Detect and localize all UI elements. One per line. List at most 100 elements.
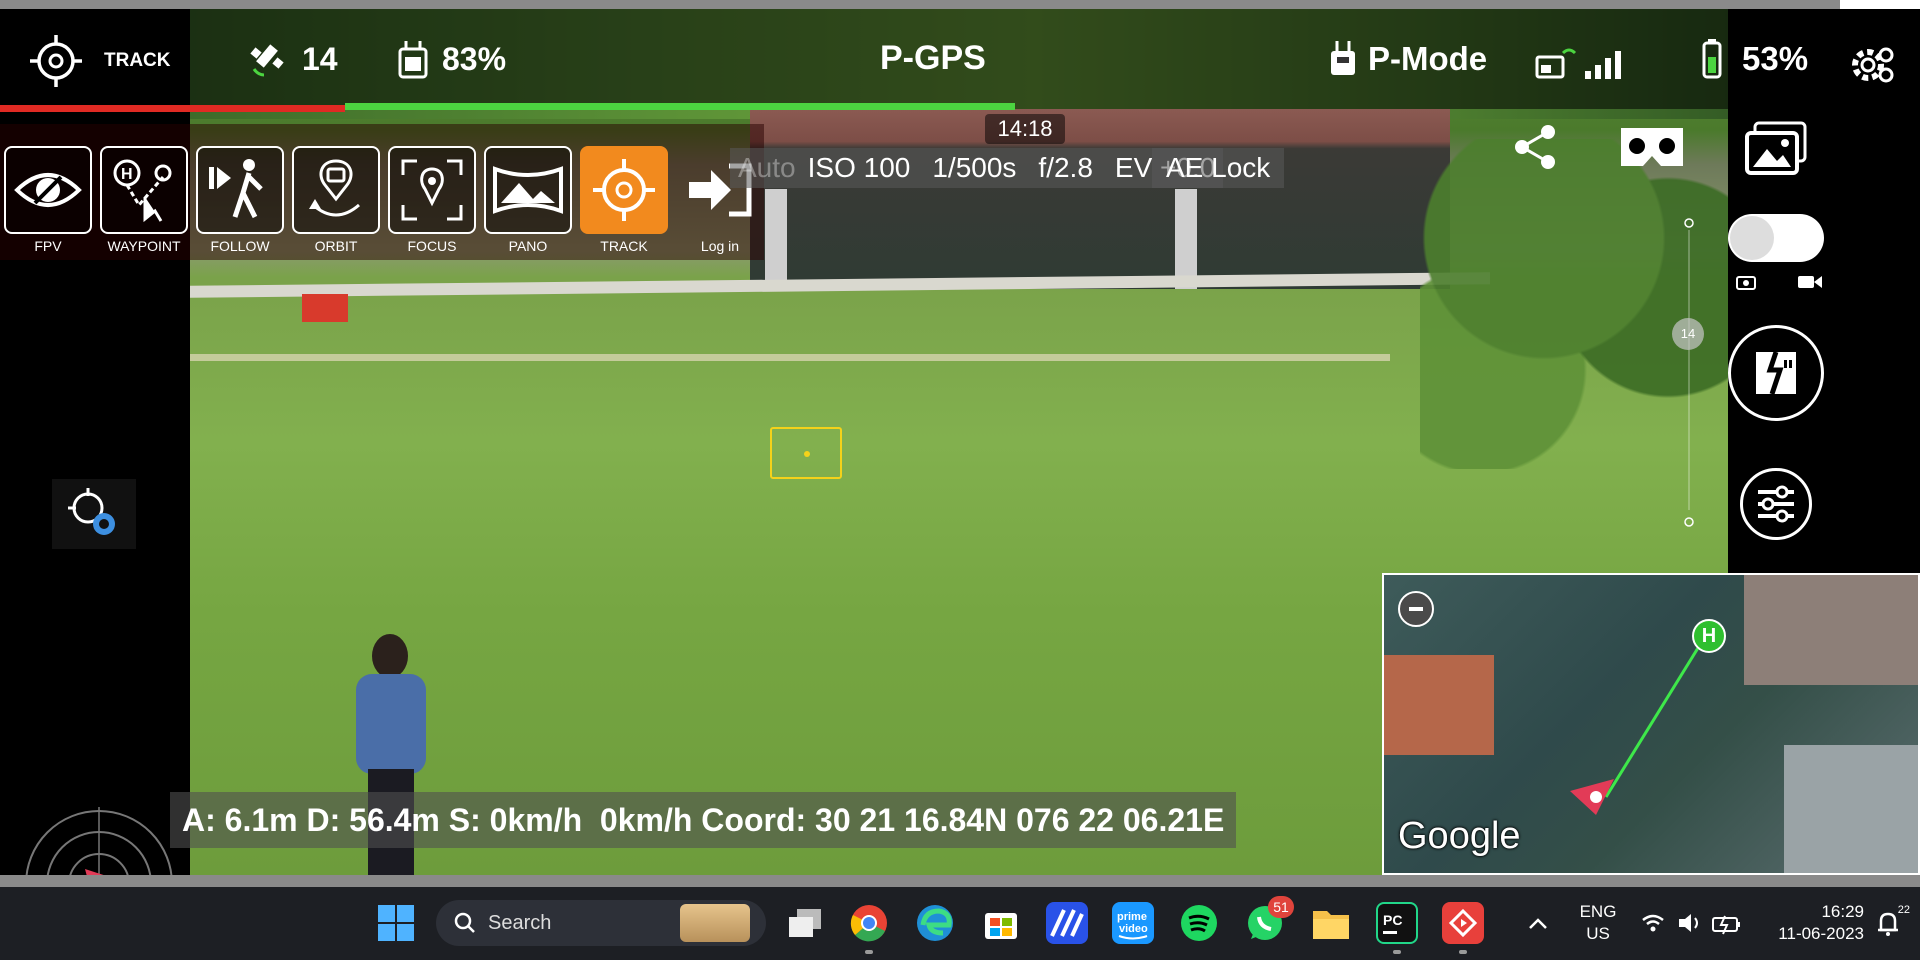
zoom-slider-handle[interactable]: 14 [1672,318,1704,350]
focus-dot [804,451,810,457]
rc-battery-status: 83% [396,39,506,79]
target-settings-button[interactable] [52,479,136,549]
dirt-path [190,354,1390,361]
clock[interactable]: 16:29 11-06-2023 [1754,901,1864,945]
camera-icon [1734,272,1758,292]
show-hidden-icons-button[interactable] [1518,902,1558,944]
battery-warning-bar [0,105,345,112]
camera-settings-button[interactable] [1740,468,1812,540]
drone-battery-percent: 53% [1742,40,1809,77]
follow-icon [209,159,263,219]
telemetry-readout: A: 6.1m D: 56.4m S: 0km/h 0km/h Coord: 3… [170,792,1237,848]
home-point-marker: H [1692,619,1726,653]
mode-focus-button[interactable] [388,146,476,234]
orbit-icon [309,159,360,217]
iso-value: ISO 100 [807,152,911,183]
chrome-app[interactable] [848,902,890,944]
remote-controller-icon [1331,41,1355,75]
screen-recorder-app[interactable] [1442,902,1484,944]
shutter-speed: 1/500s [932,152,1017,183]
satellite-icon [250,44,284,77]
running-indicator [1393,950,1401,954]
settings-button[interactable] [1850,45,1894,85]
shutter-button[interactable] [1728,325,1824,421]
start-button[interactable] [378,905,414,941]
svg-text:prime: prime [1117,911,1147,923]
status-bar: TRACK 14 83% P-GPS P-Mode 53% [0,9,1920,109]
current-mode-label: TRACK [104,50,171,71]
spotify-icon [1181,905,1217,941]
vr-mode-button[interactable] [1615,120,1689,174]
mode-orbit-label: ORBIT [314,238,358,254]
pano-icon [493,166,563,214]
window-top-border-white [1840,0,1920,9]
building-pillar [765,189,787,289]
red-bench [302,294,348,322]
mode-track-label: TRACK [600,238,648,254]
search-icon [454,912,475,933]
ae-lock-button[interactable]: AE Lock [1152,148,1285,188]
prime-video-app[interactable]: prime video [1112,902,1154,944]
minimap[interactable]: H Google [1382,573,1920,875]
remote-controller-icon [398,41,428,79]
track-crosshair-icon [30,35,82,87]
camera-parameters[interactable]: Auto ISO 100 1/500s f/2.8 EV +0.0 [730,148,1224,188]
building [750,109,1450,289]
mode-orbit-button[interactable] [292,146,380,234]
gallery-button[interactable] [1728,114,1824,184]
map-provider-logo: Google [1398,815,1521,857]
quick-settings-button[interactable] [1636,902,1746,944]
satellite-status: 14 [248,39,338,79]
share-icon [1515,125,1555,169]
whatsapp-app[interactable]: 51 [1244,896,1294,944]
eye-icon [14,173,82,207]
flight-mode-label: P-Mode [1368,40,1488,77]
running-indicator [865,950,873,954]
store-icon [985,913,1017,939]
mode-waypoint-label: WAYPOINT [107,238,181,254]
drone-app-window: TRACK 14 83% P-GPS P-Mode 53% 14:18 FPV … [0,0,1920,960]
mode-follow-label: FOLLOW [210,238,270,254]
pycharm-app[interactable]: PC [1376,902,1418,944]
recorder-icon [1448,908,1478,938]
edge-icon [917,905,953,941]
exposure-auto-label: Auto [738,152,796,183]
file-explorer-app[interactable] [1310,902,1352,944]
share-button[interactable] [1508,120,1562,174]
flight-progress-bar [345,103,1015,110]
search-highlight-image [680,904,750,942]
current-mode-indicator[interactable]: TRACK [28,33,171,89]
edge-app[interactable] [914,902,956,944]
sd-card-error-icon [1756,351,1796,395]
mode-follow-button[interactable] [196,146,284,234]
whatsapp-notification-badge: 51 [1268,896,1294,918]
task-view-button[interactable] [784,902,826,944]
windows-taskbar: Search prime video 51 PC ENG US 16:29 11… [0,887,1920,960]
focus-icon [401,159,463,221]
flight-mode-status: P-Mode [1328,39,1487,79]
flight-time: 14:18 [985,114,1065,144]
notification-center-button[interactable]: 22 [1868,902,1910,944]
focus-target-box[interactable] [770,427,842,479]
zoom-slider[interactable] [1682,210,1696,530]
mode-fpv-button[interactable] [4,146,92,234]
microsoft-store-app[interactable] [980,902,1022,944]
spotify-app[interactable] [1178,902,1220,944]
drone-battery-status: 53% [1700,39,1808,79]
language-indicator[interactable]: ENG US [1570,901,1626,945]
waypoint-icon: H [113,159,172,223]
sliders-icon [1758,485,1794,523]
svg-text:PC: PC [1383,912,1402,928]
svg-text:H: H [121,166,133,183]
mode-pano-button[interactable] [484,146,572,234]
mode-waypoint-button[interactable]: H [100,146,188,234]
language-code: ENG [1579,902,1617,921]
mode-track-button[interactable] [580,146,668,234]
taskbar-search[interactable]: Search [436,900,766,946]
gps-mode-label: P-GPS [880,39,986,77]
window-top-border [0,0,1840,9]
photo-video-toggle[interactable] [1728,214,1824,262]
video-camera-icon [1796,272,1824,292]
search-placeholder: Search [488,911,552,934]
app-launcher[interactable] [1046,902,1088,944]
